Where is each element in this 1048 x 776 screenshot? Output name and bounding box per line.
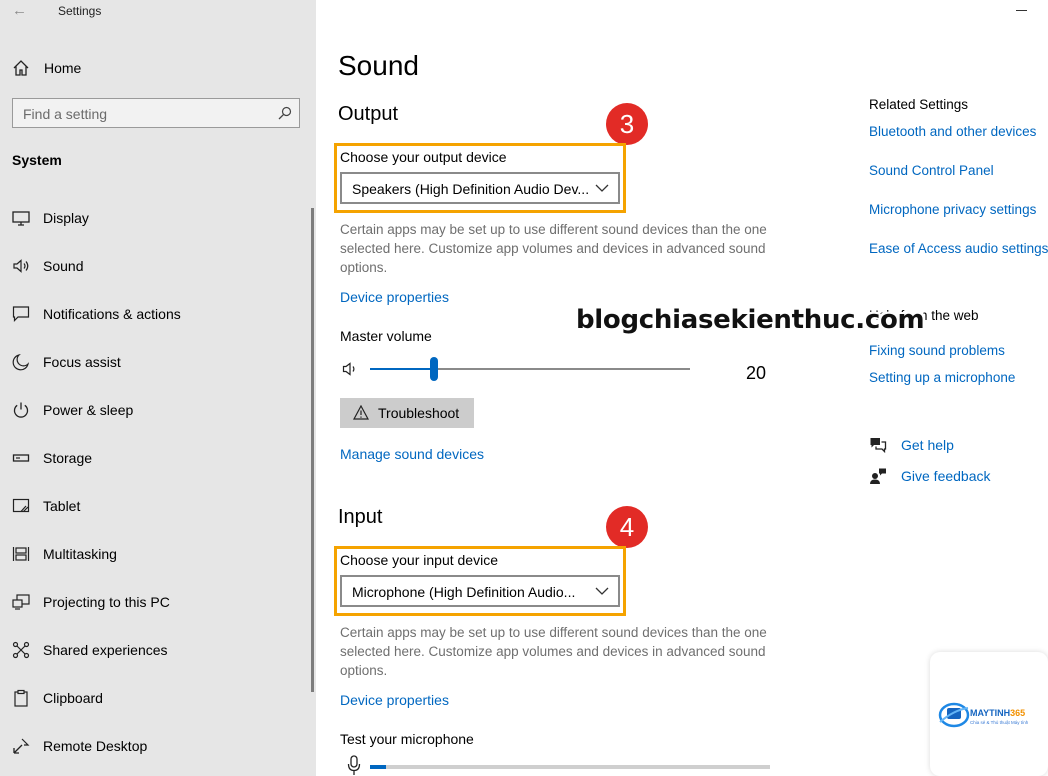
test-microphone-label: Test your microphone: [340, 731, 474, 747]
output-device-value: Speakers (High Definition Audio Dev...: [352, 181, 590, 197]
input-description: Certain apps may be set up to use differ…: [340, 625, 767, 678]
chevron-down-icon: [595, 184, 609, 192]
give-feedback-link[interactable]: Give feedback: [869, 465, 1048, 487]
display-icon: [12, 211, 30, 226]
web-link-fixing-sound[interactable]: Fixing sound problems: [869, 343, 1005, 358]
sidebar-item-label: Power & sleep: [43, 402, 134, 418]
sidebar: ← Settings Home Find a setting System Di…: [0, 0, 316, 776]
sidebar-item-label: Display: [43, 210, 89, 226]
sidebar-item-power[interactable]: Power & sleep: [0, 390, 316, 430]
search-input[interactable]: Find a setting: [12, 98, 300, 128]
troubleshoot-label: Troubleshoot: [378, 405, 460, 421]
sidebar-item-notifications[interactable]: Notifications & actions: [0, 294, 316, 334]
volume-slider[interactable]: [370, 357, 690, 381]
home-nav[interactable]: Home: [0, 54, 316, 80]
logo-name: MAYTINH365: [970, 708, 1026, 718]
warning-icon: [353, 405, 369, 420]
minimize-button[interactable]: [1014, 4, 1030, 16]
sidebar-item-projecting[interactable]: Projecting to this PC: [0, 582, 316, 622]
get-help-link[interactable]: Get help: [869, 434, 1048, 456]
watermark-text: blogchiasekienthuc.com: [576, 305, 925, 335]
sidebar-item-label: Multitasking: [43, 546, 117, 562]
input-device-label: Choose your input device: [340, 552, 498, 568]
microphone-level-fill: [370, 765, 386, 769]
troubleshoot-button[interactable]: Troubleshoot: [340, 398, 474, 428]
speaker-icon: [13, 259, 29, 273]
search-icon[interactable]: [278, 106, 292, 120]
input-heading: Input: [338, 506, 383, 528]
moon-icon: [12, 353, 30, 371]
chevron-down-icon: [595, 587, 609, 595]
sidebar-item-sound[interactable]: Sound: [0, 246, 316, 286]
output-device-dropdown[interactable]: Speakers (High Definition Audio Dev...: [340, 172, 620, 204]
sidebar-item-label: Focus assist: [43, 354, 121, 370]
volume-slider-fill: [370, 368, 434, 370]
main-content: Sound Output 3 Choose your output device…: [316, 0, 1048, 776]
section-title: System: [12, 152, 62, 168]
related-link-microphone-privacy[interactable]: Microphone privacy settings: [869, 202, 1036, 217]
sidebar-item-label: Storage: [43, 450, 93, 466]
sidebar-item-label: Shared experiences: [43, 642, 168, 658]
volume-slider-thumb[interactable]: [430, 357, 438, 381]
sidebar-item-tablet[interactable]: Tablet: [0, 486, 316, 526]
step-badge-3: 3: [606, 103, 648, 145]
sidebar-item-label: Clipboard: [43, 690, 103, 706]
input-device-properties-link[interactable]: Device properties: [340, 692, 449, 708]
sidebar-item-label: Tablet: [43, 498, 81, 514]
search-placeholder: Find a setting: [23, 106, 108, 122]
related-link-sound-control-panel[interactable]: Sound Control Panel: [869, 163, 994, 178]
storage-icon: [12, 454, 30, 462]
sidebar-item-remote-desktop[interactable]: Remote Desktop: [0, 726, 316, 766]
sidebar-item-storage[interactable]: Storage: [0, 438, 316, 478]
sidebar-item-multitasking[interactable]: Multitasking: [0, 534, 316, 574]
output-description: Certain apps may be set up to use differ…: [340, 222, 767, 275]
microphone-level-meter: [370, 765, 770, 769]
give-feedback-label: Give feedback: [901, 468, 991, 484]
back-button[interactable]: ←: [12, 2, 30, 20]
multitasking-icon: [12, 547, 30, 561]
master-volume-label: Master volume: [340, 328, 432, 344]
output-device-properties-link[interactable]: Device properties: [340, 289, 449, 305]
volume-value: 20: [746, 363, 767, 383]
shared-icon: [12, 641, 30, 659]
home-icon: [13, 60, 29, 76]
remote-desktop-icon: [13, 738, 30, 754]
related-settings-title: Related Settings: [869, 97, 969, 112]
feedback-icon: [870, 468, 886, 484]
step-badge-4: 4: [606, 506, 648, 548]
web-link-setting-up-microphone[interactable]: Setting up a microphone: [869, 370, 1015, 385]
sidebar-item-label: Notifications & actions: [43, 306, 181, 322]
logo-tagline: Chia sẻ & Thủ thuật Máy tính: [970, 720, 1029, 725]
sidebar-item-label: Remote Desktop: [43, 738, 148, 754]
clipboard-icon: [14, 689, 28, 707]
page-title: Sound: [338, 50, 419, 81]
sidebar-item-display[interactable]: Display: [0, 198, 316, 238]
home-label: Home: [44, 60, 82, 76]
volume-speaker-icon[interactable]: [342, 361, 358, 377]
sidebar-item-shared[interactable]: Shared experiences: [0, 630, 316, 670]
input-device-value: Microphone (High Definition Audio...: [352, 584, 576, 600]
app-title: Settings: [58, 4, 102, 18]
sidebar-item-label: Sound: [43, 258, 84, 274]
get-help-label: Get help: [901, 437, 954, 453]
notifications-icon: [12, 306, 30, 322]
output-heading: Output: [338, 103, 399, 125]
manage-sound-devices-link[interactable]: Manage sound devices: [340, 446, 484, 462]
sidebar-item-focus-assist[interactable]: Focus assist: [0, 342, 316, 382]
sidebar-item-clipboard[interactable]: Clipboard: [0, 678, 316, 718]
related-link-bluetooth[interactable]: Bluetooth and other devices: [869, 124, 1036, 139]
tablet-icon: [12, 498, 30, 513]
sidebar-scrollbar[interactable]: [311, 208, 314, 692]
power-icon: [13, 402, 29, 418]
output-device-label: Choose your output device: [340, 149, 507, 165]
get-help-icon: [870, 438, 887, 454]
logo-globe-icon: [938, 702, 970, 728]
sidebar-item-label: Projecting to this PC: [43, 594, 170, 610]
projecting-icon: [12, 594, 30, 610]
site-logo: MAYTINH365 Chia sẻ & Thủ thuật Máy tính: [930, 652, 1048, 776]
microphone-icon: [347, 755, 361, 775]
title-bar: ← Settings: [0, 0, 316, 24]
input-device-dropdown[interactable]: Microphone (High Definition Audio...: [340, 575, 620, 607]
related-link-ease-of-access[interactable]: Ease of Access audio settings: [869, 241, 1048, 256]
